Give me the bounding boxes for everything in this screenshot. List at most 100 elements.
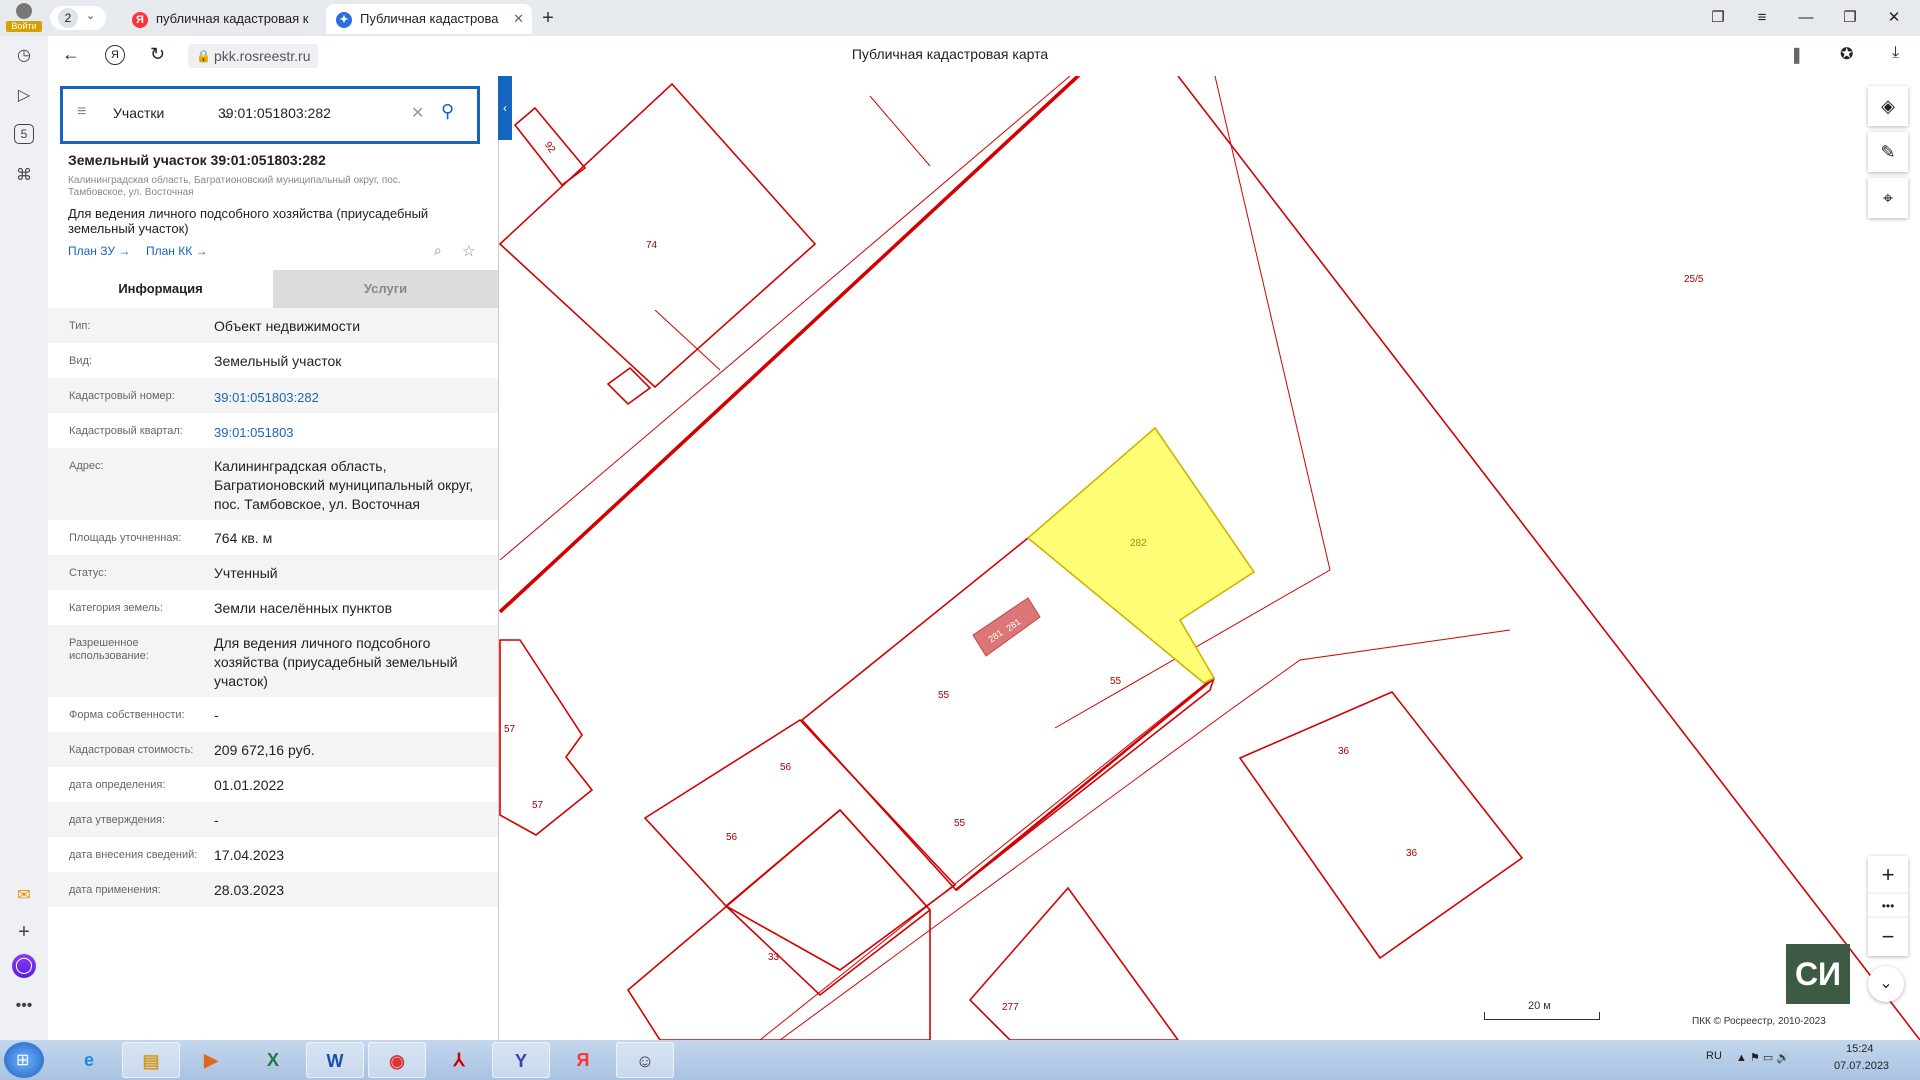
new-tab-button[interactable]: +	[536, 6, 560, 30]
parcel-74[interactable]	[498, 82, 817, 389]
info-value: 209 672,16 руб.	[214, 742, 315, 758]
parcel-277[interactable]	[968, 886, 1179, 1040]
plan-kk-link[interactable]: План КК →	[146, 244, 208, 258]
info-row: Кадастровый квартал: 39:01:051803	[48, 413, 498, 448]
excel-taskbar-icon[interactable]: X	[244, 1042, 302, 1078]
parcel-33[interactable]	[626, 808, 931, 1040]
profile-button[interactable]: Войти	[6, 2, 42, 34]
tab-1[interactable]: Япубличная кадастровая к	[122, 4, 324, 34]
yandex-browser-taskbar-icon[interactable]: Y	[492, 1042, 550, 1078]
road-edge-4	[779, 629, 1511, 1040]
search-type-select[interactable]: Участки ⌄	[113, 105, 232, 122]
info-label: дата определения:	[69, 779, 166, 791]
parcel-56b[interactable]	[724, 808, 932, 997]
zoom-to-icon[interactable]: ⌕	[434, 242, 442, 259]
mail-icon[interactable]: ✉	[12, 884, 36, 908]
map-label: 57	[504, 724, 516, 735]
restore-button[interactable]: ❐	[1830, 0, 1870, 36]
search-input[interactable]: 39:01:051803:282	[218, 105, 331, 121]
menu-icon[interactable]: ≡	[1742, 0, 1782, 36]
info-label: Категория земель:	[69, 602, 164, 614]
chevron-down-icon: ⌄	[86, 10, 96, 22]
more-icon[interactable]: •••	[12, 994, 36, 1018]
info-label: Форма собственности:	[69, 709, 185, 721]
boundary-thin-1	[1054, 76, 1331, 729]
info-label: Кадастровый квартал:	[69, 425, 183, 437]
tab-count-icon[interactable]: 5	[14, 124, 34, 144]
map-label: 33	[768, 952, 780, 963]
chrome-taskbar-icon[interactable]: ◉	[368, 1042, 426, 1078]
info-row: Разрешенное использование: Для ведения ли…	[48, 625, 498, 697]
info-value: -	[214, 707, 219, 723]
compass-button[interactable]: ⌄	[1868, 966, 1904, 1002]
start-button[interactable]: ⊞	[4, 1042, 44, 1078]
measure-button[interactable]: ✎	[1868, 132, 1908, 172]
clear-icon[interactable]: ✕	[411, 103, 424, 123]
app-taskbar-icon[interactable]: ☺	[616, 1042, 674, 1078]
cadastral-map[interactable]: 92 74 25/5 282 281 281 55 55 55 57 57 56…	[498, 76, 1920, 1040]
road-thick-line-2	[955, 677, 1215, 891]
extension-icon[interactable]: ✪	[1840, 44, 1853, 64]
tab-counter-button[interactable]: 2 ⌄	[50, 6, 106, 30]
tray-icons[interactable]: ▲ ⚑ ▭ 🔊	[1736, 1051, 1790, 1064]
locate-button[interactable]: ⌖	[1868, 178, 1908, 218]
zoom-more-button[interactable]: •••	[1868, 894, 1908, 918]
layers-icon: ◈	[1881, 96, 1895, 116]
layers-button[interactable]: ◈	[1868, 86, 1908, 126]
close-tab-icon[interactable]: ✕	[513, 4, 524, 34]
selected-parcel-282[interactable]	[1026, 426, 1256, 684]
back-icon[interactable]: ←	[62, 44, 80, 65]
yandex-taskbar-icon[interactable]: Я	[554, 1042, 612, 1078]
hamburger-icon[interactable]: ≡	[77, 103, 86, 121]
search-icon[interactable]: ⚲	[441, 101, 454, 122]
ie-taskbar-icon[interactable]: e	[60, 1042, 118, 1078]
zoom-out-button[interactable]: −	[1868, 918, 1908, 956]
bookmark-icon[interactable]: ❚	[1790, 45, 1803, 65]
map-label: 56	[726, 832, 738, 843]
zoom-in-button[interactable]: +	[1868, 856, 1908, 894]
media-taskbar-icon[interactable]: ▶	[182, 1042, 240, 1078]
minimize-button[interactable]: —	[1786, 0, 1826, 36]
info-row: Тип: Объект недвижимости	[48, 308, 498, 343]
parcel-36[interactable]	[1238, 691, 1524, 960]
map-label: 55	[954, 818, 966, 829]
star-icon[interactable]: ☆	[462, 242, 475, 260]
reload-icon[interactable]: ↻	[150, 44, 165, 65]
download-icon[interactable]: ⤓	[1892, 44, 1899, 62]
explorer-taskbar-icon[interactable]: ▤	[122, 1042, 180, 1078]
plan-zu-link[interactable]: План ЗУ →	[68, 244, 130, 258]
clock-date[interactable]: 07.07.2023	[1834, 1060, 1889, 1072]
close-window-button[interactable]: ✕	[1874, 0, 1914, 36]
tab-information[interactable]: Информация	[48, 270, 273, 308]
alice-icon[interactable]: ◯	[12, 954, 36, 978]
parcel-small[interactable]	[606, 366, 652, 406]
map-label: 36	[1338, 746, 1350, 757]
parcel-57[interactable]	[499, 639, 594, 836]
cadastral-quarter-link[interactable]: 39:01:051803	[214, 423, 484, 442]
screenshot-icon[interactable]: ⌘	[12, 164, 36, 188]
basemap-thumbnail[interactable]: СИ	[1786, 944, 1850, 1004]
pdf-taskbar-icon[interactable]: ⅄	[430, 1042, 488, 1078]
language-indicator[interactable]: RU	[1706, 1050, 1722, 1062]
add-icon[interactable]: +	[12, 920, 36, 944]
info-value: Калининградская область, Багратионовский…	[214, 458, 474, 512]
compass-icon: ⌄	[1879, 975, 1893, 992]
copyright-text: ПКК © Росреестр, 2010-2023	[1692, 1016, 1826, 1027]
map-label: 74	[646, 240, 658, 251]
url-field[interactable]: 🔒 pkk.rosreestr.ru	[188, 44, 319, 68]
map-label: 56	[780, 762, 792, 773]
tab-2[interactable]: ✦ Публичная кадастрова ✕	[326, 4, 532, 34]
clock-time[interactable]: 15:24	[1846, 1043, 1874, 1055]
play-icon[interactable]: ▷	[12, 84, 36, 108]
map-label: 25/5	[1684, 274, 1704, 285]
info-row: Категория земель: Земли населённых пункто…	[48, 590, 498, 625]
tab-services[interactable]: Услуги	[273, 270, 498, 308]
word-taskbar-icon[interactable]: W	[306, 1042, 364, 1078]
info-value: Земли населённых пунктов	[214, 600, 393, 616]
collections-icon[interactable]: ❐	[1698, 0, 1738, 36]
history-icon[interactable]: ◷	[12, 44, 36, 68]
yandex-logo-icon[interactable]: Я	[105, 45, 125, 65]
collapse-panel-button[interactable]: ‹	[498, 76, 512, 140]
cadastral-number-link[interactable]: 39:01:051803:282	[214, 388, 484, 407]
info-value: -	[214, 812, 219, 828]
